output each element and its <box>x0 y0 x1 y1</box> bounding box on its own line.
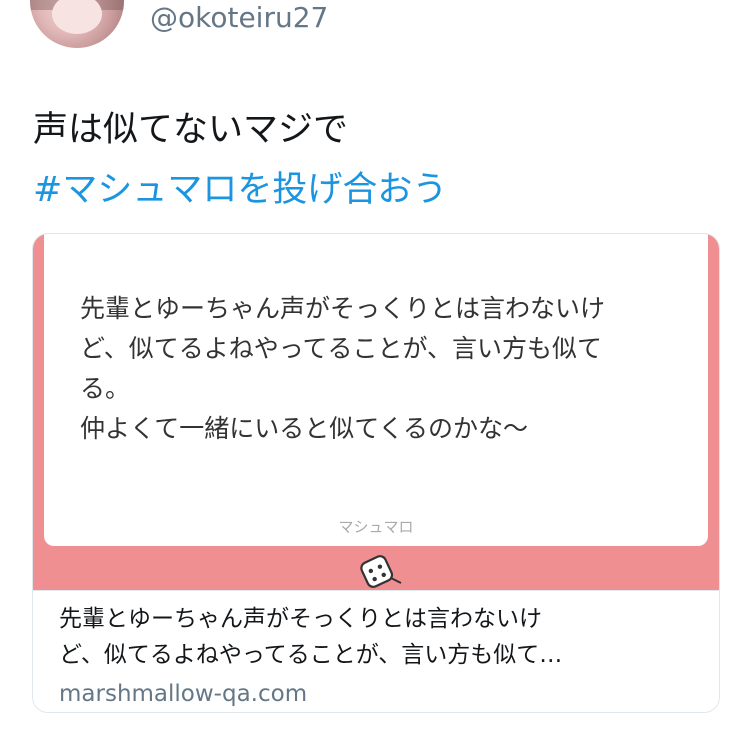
card-description-line: ど、似てるよねやってることが、言い方も似て… <box>59 642 563 668</box>
card-domain: marshmallow-qa.com <box>59 681 308 707</box>
tweet-text-line: 声は似てないマジで <box>33 110 349 150</box>
hashtag-link[interactable]: #マシュマロを投げ合おう <box>33 160 447 220</box>
marshmallow-icon <box>360 555 402 588</box>
card-media[interactable]: 先輩とゆーちゃん声がそっくりとは言わないけ ど、似てるよねやってることが、言い方… <box>33 234 719 590</box>
card-description: 先輩とゆーちゃん声がそっくりとは言わないけ ど、似てるよねやってることが、言い方… <box>59 601 699 673</box>
card-question-box: 先輩とゆーちゃん声がそっくりとは言わないけ ど、似てるよねやってることが、言い方… <box>44 234 708 546</box>
avatar-face <box>52 0 102 34</box>
tweet-text: 声は似てないマジで #マシュマロを投げ合おう <box>33 100 447 220</box>
user-handle[interactable]: @okoteiru27 <box>150 0 328 36</box>
card-brand-label: マシュマロ <box>338 518 414 536</box>
card-question-text: 先輩とゆーちゃん声がそっくりとは言わないけ ど、似てるよねやってることが、言い方… <box>80 294 606 443</box>
link-card[interactable]: 先輩とゆーちゃん声がそっくりとは言わないけ ど、似てるよねやってることが、言い方… <box>32 233 720 713</box>
avatar[interactable] <box>30 0 124 48</box>
card-description-line: 先輩とゆーちゃん声がそっくりとは言わないけ <box>59 606 542 632</box>
card-footer[interactable]: 先輩とゆーちゃん声がそっくりとは言わないけ ど、似てるよねやってることが、言い方… <box>33 590 719 712</box>
